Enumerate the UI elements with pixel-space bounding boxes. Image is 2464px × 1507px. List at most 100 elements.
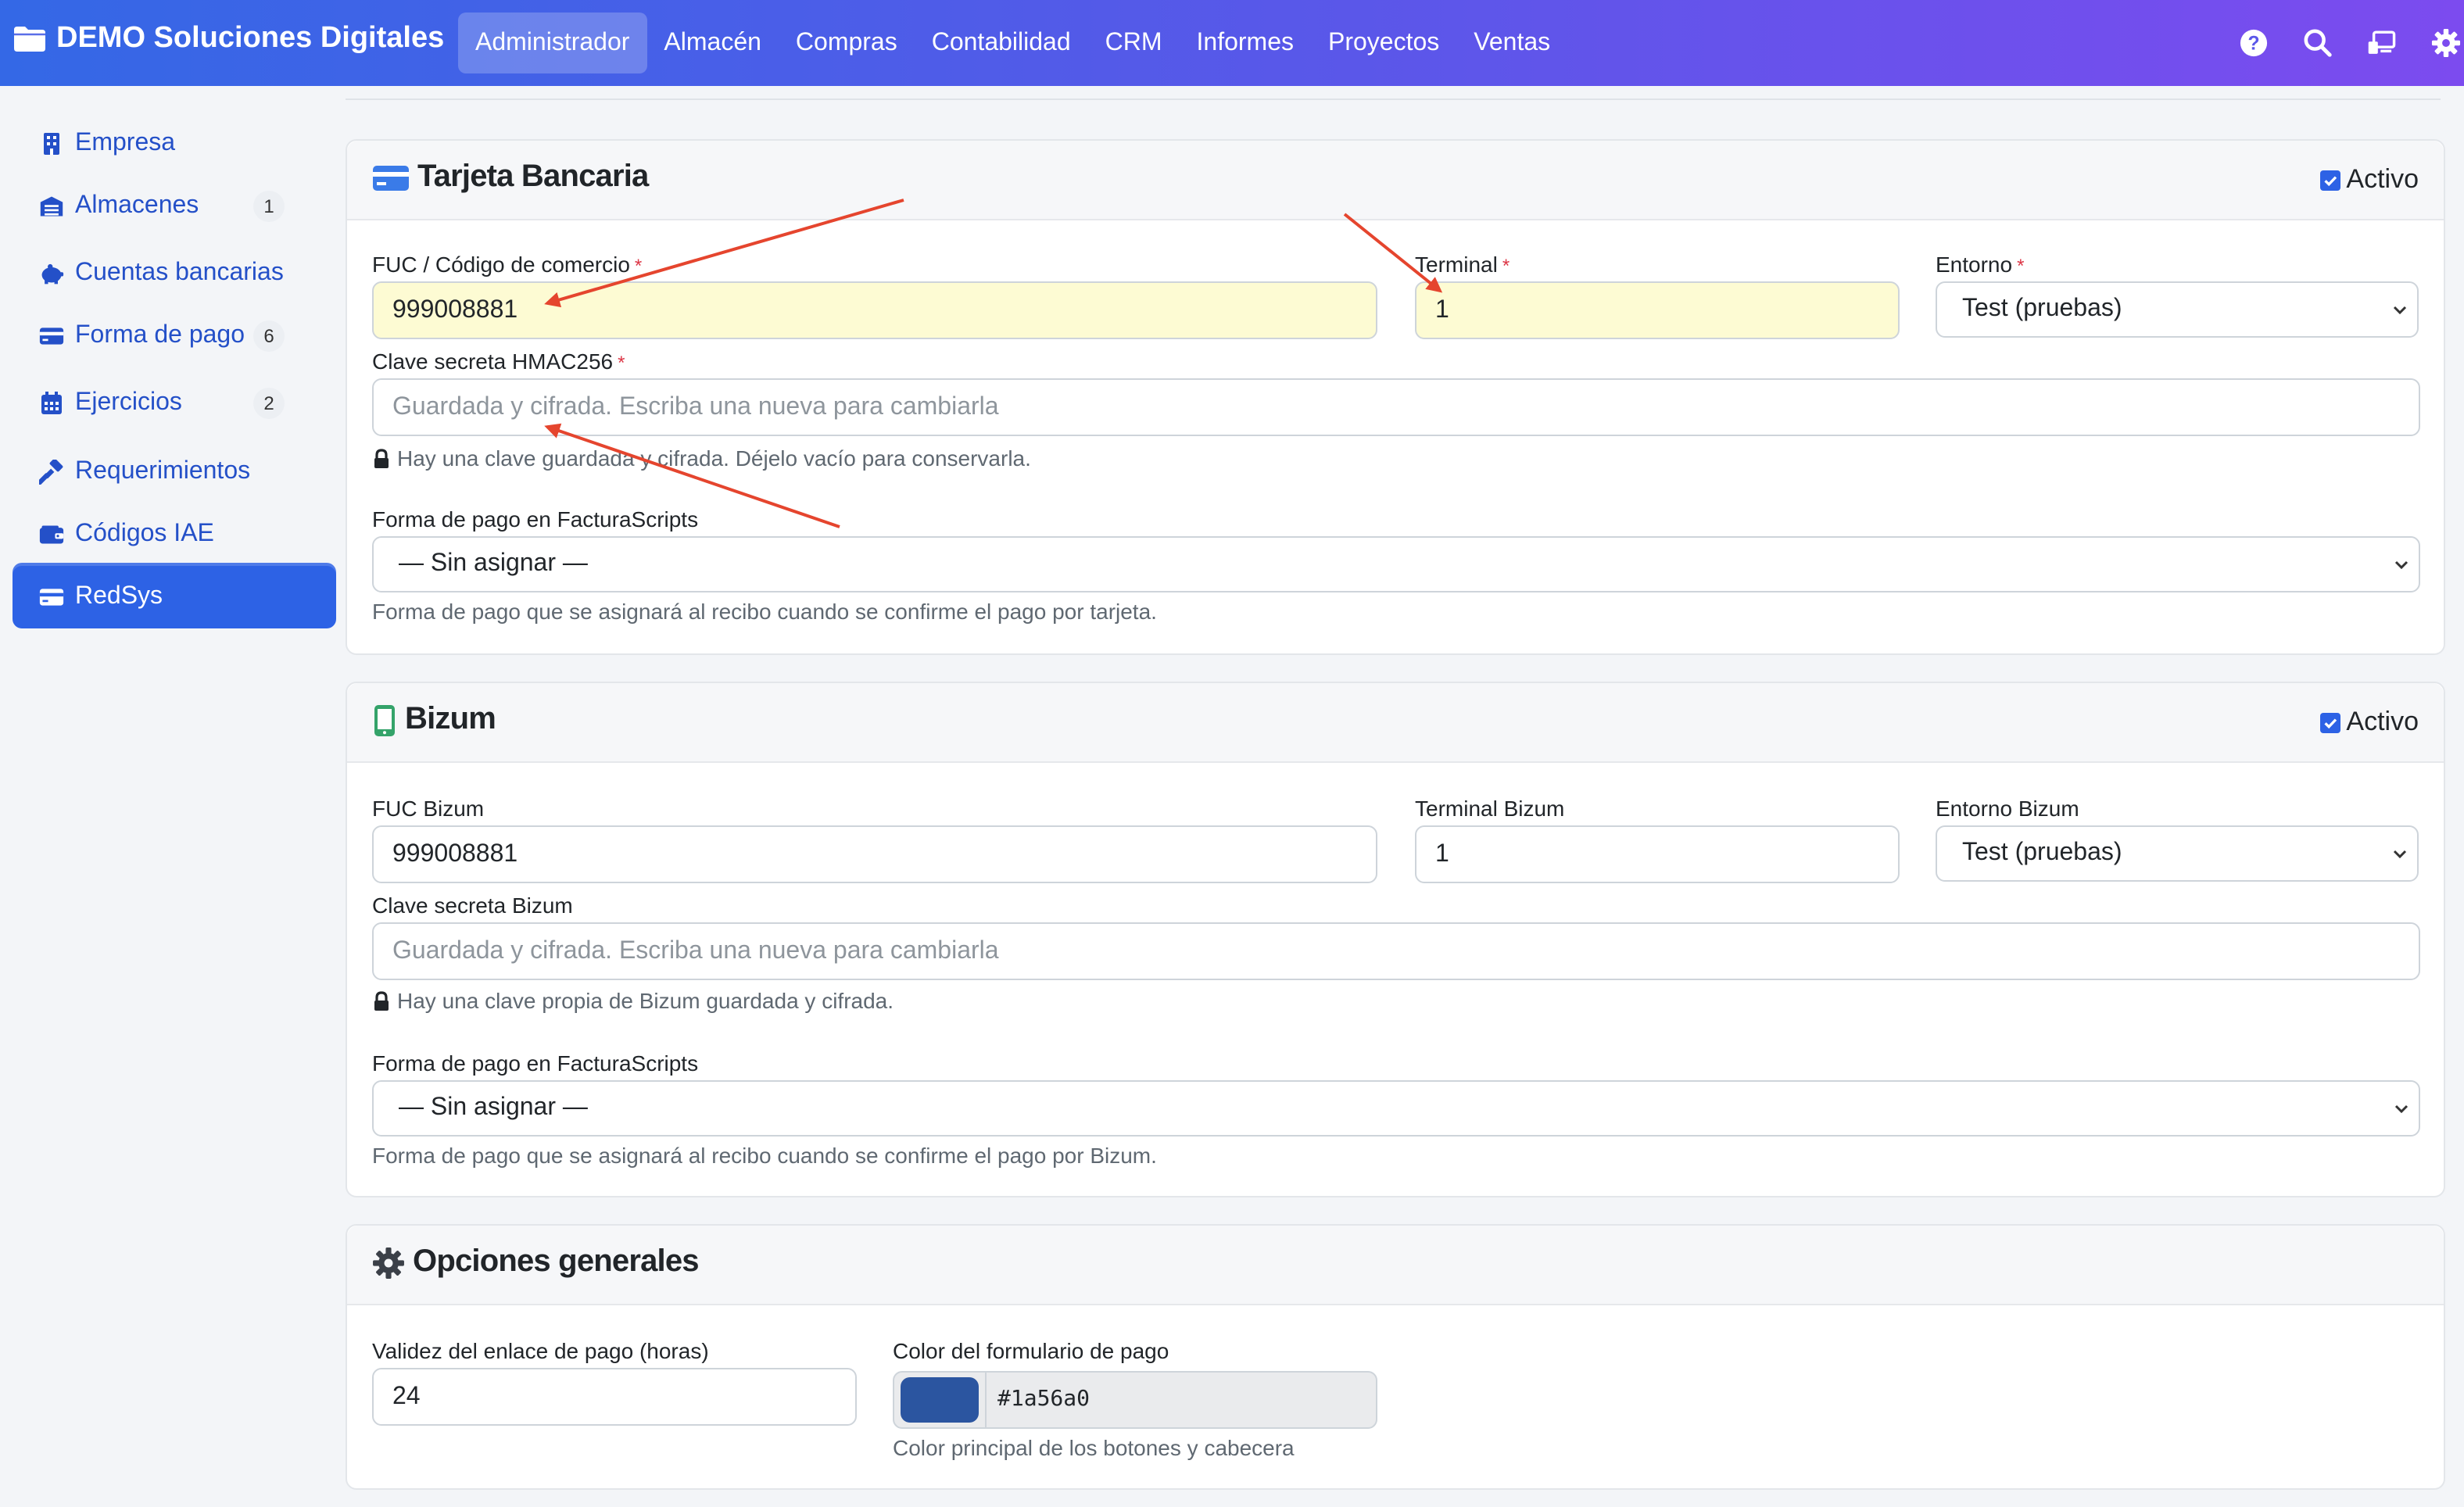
forma-pago-select[interactable]: — Sin asignar — [372, 536, 2420, 592]
sidebar-item-label: Empresa [75, 130, 176, 156]
fuc-label: FUC / Código de comercio * [372, 252, 643, 277]
color-help: Color principal de los botones y cabecer… [893, 1435, 1295, 1460]
sidebar-item-label: Cuentas bancarias [75, 260, 284, 286]
main-menu: Administrador Almacén Compras Contabilid… [458, 13, 1567, 73]
entorno-bizum-value: Test (pruebas) [1962, 839, 2122, 866]
forma-help: Forma de pago que se asignará al recibo … [372, 599, 1157, 624]
mobile-phone-icon [374, 704, 395, 736]
entorno-value: Test (pruebas) [1962, 295, 2122, 322]
card-title: Tarjeta Bancaria [417, 159, 649, 194]
chevron-down-icon [2393, 306, 2407, 315]
help-icon[interactable]: ? [2234, 23, 2272, 61]
menu-item-informes[interactable]: Informes [1180, 13, 1312, 73]
sidebar-item-label: Almacenes [75, 192, 199, 219]
color-picker-group: #1a56a0 [893, 1371, 1377, 1429]
entorno-bizum-select[interactable]: Test (pruebas) [1936, 825, 2419, 882]
entorno-label: Entorno * [1936, 252, 2025, 277]
clave-label: Clave secreta HMAC256 * [372, 349, 625, 374]
color-swatch[interactable] [901, 1377, 979, 1423]
divider [346, 98, 2441, 100]
sidebar-item-cuentas-bancarias[interactable]: Cuentas bancarias [13, 242, 336, 305]
chevron-down-icon [2394, 1104, 2408, 1114]
warehouse-icon [36, 192, 67, 220]
color-label: Color del formulario de pago [893, 1338, 1169, 1363]
card-header: Tarjeta Bancaria Activo [347, 141, 2444, 220]
entorno-bizum-label: Entorno Bizum [1936, 796, 2079, 821]
sidebar-item-label: Ejercicios [75, 389, 182, 416]
credit-card-icon [373, 165, 409, 190]
screen-share-icon[interactable] [2362, 23, 2400, 61]
menu-item-crm[interactable]: CRM [1088, 13, 1180, 73]
top-navbar: DEMO Soluciones Digitales Administrador … [0, 0, 2464, 86]
clave-input[interactable]: Guardada y cifrada. Escriba una nueva pa… [372, 378, 2420, 436]
clave-bizum-input[interactable]: Guardada y cifrada. Escriba una nueva pa… [372, 922, 2420, 980]
validez-input[interactable]: 24 [372, 1368, 857, 1426]
clave-bizum-label: Clave secreta Bizum [372, 893, 573, 918]
count-badge: 6 [253, 320, 285, 352]
activo-label: Activo [2346, 707, 2419, 736]
building-icon [36, 130, 67, 158]
search-icon[interactable] [2298, 23, 2336, 61]
fuc-input[interactable]: 999008881 [372, 281, 1377, 339]
folder-icon [14, 27, 45, 52]
wallet-icon [36, 521, 67, 549]
clave-bizum-help: Hay una clave propia de Bizum guardada y… [372, 988, 894, 1013]
gear-icon[interactable] [2426, 23, 2464, 61]
entorno-select[interactable]: Test (pruebas) [1936, 281, 2419, 338]
menu-item-compras[interactable]: Compras [779, 13, 915, 73]
sidebar-item-label: Requerimientos [75, 458, 251, 485]
forma-bizum-value: — Sin asignar — [399, 1094, 588, 1121]
sidebar-item-empresa[interactable]: Empresa [13, 113, 336, 175]
color-hex-input[interactable]: #1a56a0 [997, 1387, 1090, 1412]
piggy-bank-icon [36, 260, 67, 288]
required-mark: * [634, 255, 643, 277]
forma-pago-bizum-select[interactable]: — Sin asignar — [372, 1080, 2420, 1137]
terminal-label: Terminal * [1415, 252, 1510, 277]
card-opciones-generales: Opciones generales Validez del enlace de… [346, 1224, 2445, 1490]
sidebar-item-almacenes[interactable]: Almacenes 1 [13, 175, 336, 238]
sidebar-item-redsys[interactable]: RedSys [13, 566, 336, 628]
required-mark: * [2017, 255, 2025, 277]
forma-label: Forma de pago en FacturaScripts [372, 507, 699, 532]
required-mark: * [618, 352, 625, 374]
sidebar-item-forma-de-pago[interactable]: Forma de pago 6 [13, 305, 336, 367]
menu-item-ventas[interactable]: Ventas [1456, 13, 1567, 73]
card-header: Opciones generales [347, 1226, 2444, 1305]
sidebar-item-ejercicios[interactable]: Ejercicios 2 [13, 372, 336, 435]
count-badge: 1 [253, 191, 285, 222]
menu-item-almacen[interactable]: Almacén [646, 13, 779, 73]
sidebar-item-requerimientos[interactable]: Requerimientos [13, 441, 336, 503]
activo-label: Activo [2346, 164, 2419, 194]
brand[interactable]: DEMO Soluciones Digitales [13, 22, 444, 56]
menu-item-proyectos[interactable]: Proyectos [1311, 13, 1456, 73]
card-title: Bizum [405, 702, 496, 736]
fuc-bizum-input[interactable]: 999008881 [372, 825, 1377, 883]
required-mark: * [1502, 255, 1510, 277]
svg-text:?: ? [2247, 33, 2258, 54]
lock-icon [374, 448, 389, 467]
terminal-bizum-label: Terminal Bizum [1415, 796, 1565, 821]
forma-bizum-help: Forma de pago que se asignará al recibo … [372, 1143, 1157, 1168]
activo-checkbox[interactable] [2319, 712, 2340, 732]
card-bizum: Bizum Activo FUC Bizum 999008881 Termina… [346, 682, 2445, 1197]
sidebar-item-label: RedSys [75, 583, 163, 610]
card-tarjeta-bancaria: Tarjeta Bancaria Activo FUC / Código de … [346, 139, 2445, 655]
activo-checkbox[interactable] [2319, 170, 2340, 190]
clave-help: Hay una clave guardada y cifrada. Déjelo… [372, 446, 1031, 471]
terminal-input[interactable]: 1 [1415, 281, 1900, 339]
menu-item-contabilidad[interactable]: Contabilidad [915, 13, 1088, 73]
card-header: Bizum Activo [347, 683, 2444, 763]
calendar-icon [36, 389, 67, 417]
brand-name: DEMO Soluciones Digitales [56, 22, 445, 55]
sidebar-item-label: Forma de pago [75, 322, 245, 349]
hammer-icon [36, 458, 67, 486]
gear-icon [373, 1247, 404, 1278]
clave-placeholder: Guardada y cifrada. Escriba una nueva pa… [392, 394, 999, 421]
sidebar-item-codigos-iae[interactable]: Códigos IAE [13, 503, 336, 566]
terminal-bizum-input[interactable]: 1 [1415, 825, 1900, 883]
forma-value: — Sin asignar — [399, 550, 588, 577]
divider [985, 1373, 987, 1427]
sidebar-item-label: Códigos IAE [75, 521, 214, 547]
fuc-bizum-label: FUC Bizum [372, 796, 485, 821]
menu-item-administrador[interactable]: Administrador [458, 13, 647, 73]
